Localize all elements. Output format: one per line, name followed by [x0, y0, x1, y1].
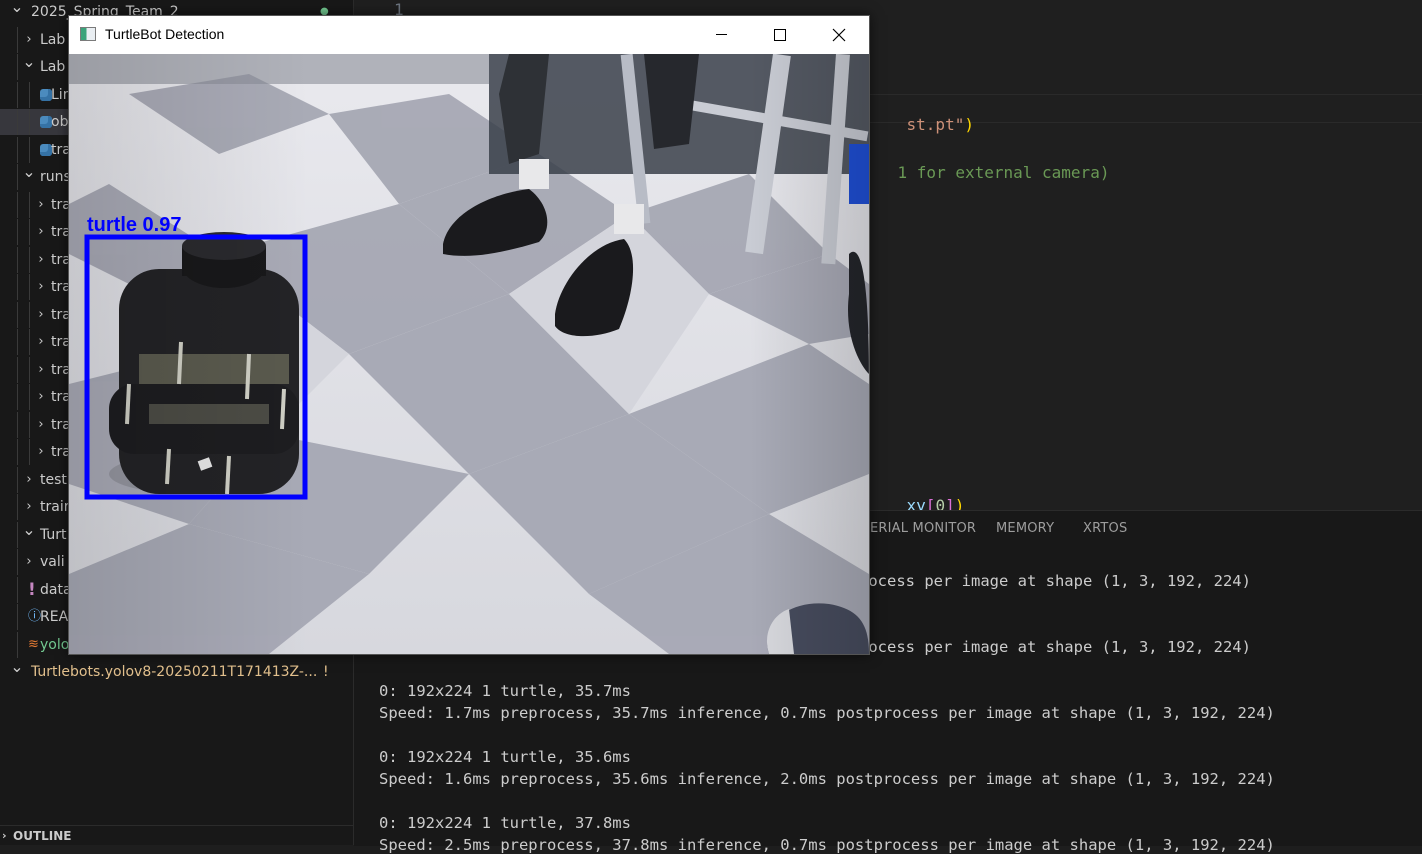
terminal-line-partial: rocess per image at shape (1, 3, 192, 22…	[859, 572, 1251, 590]
chevron-right-icon: ›	[26, 554, 32, 569]
tree-item-label: data	[40, 581, 72, 598]
chevron-down-icon: ⌄	[22, 519, 36, 539]
tree-item-label: vali	[40, 554, 65, 570]
indent-guide	[17, 576, 18, 603]
tab-memory[interactable]: MEMORY	[996, 521, 1054, 536]
chevron-right-icon: ›	[26, 471, 32, 487]
window-title: TurtleBot Detection	[105, 26, 225, 42]
chevron-right-icon: ›	[38, 224, 44, 239]
indent-guide	[29, 301, 30, 328]
minimize-icon	[716, 34, 727, 35]
indent-guide	[17, 466, 18, 493]
chevron-right-icon: ›	[38, 251, 44, 267]
chevron-right-icon: ›	[38, 306, 44, 322]
indent-guide	[17, 356, 18, 383]
chevron-right-icon: ›	[38, 334, 44, 349]
terminal-line: Speed: 2.5ms preprocess, 37.8ms inferenc…	[379, 836, 1275, 854]
chevron-right-icon: ›	[38, 196, 44, 212]
indent-guide	[17, 439, 18, 465]
rss-icon: ≋	[28, 636, 39, 652]
indent-guide	[17, 604, 18, 630]
indent-guide	[17, 109, 18, 135]
indent-guide	[29, 246, 30, 273]
terminal-line-partial: rocess per image at shape (1, 3, 192, 22…	[859, 638, 1251, 656]
indent-guide	[29, 274, 30, 300]
tree-item[interactable]: ⌄ Turtlebots.yolov8-20250211T171413Z-...!	[0, 657, 353, 685]
tree-item-label: ob	[51, 114, 69, 130]
indent-guide	[29, 384, 30, 410]
indent-guide	[17, 384, 18, 410]
indent-guide	[17, 549, 18, 575]
chevron-right-icon: ›	[38, 279, 44, 294]
tree-item-label: test	[40, 471, 67, 488]
indent-guide	[17, 329, 18, 355]
terminal-line: 0: 192x224 1 turtle, 35.6ms	[379, 748, 631, 766]
indent-guide	[17, 494, 18, 520]
model-path-string: st.pt"	[906, 115, 965, 134]
tree-item-label: Lab	[40, 31, 66, 48]
chevron-right-icon: ›	[38, 389, 44, 404]
indent-guide	[17, 301, 18, 328]
indent-guide	[17, 191, 18, 218]
camera-comment: 1 for external camera)	[897, 163, 1110, 182]
indent-guide	[29, 356, 30, 383]
git-status-badge: !	[323, 664, 329, 680]
outline-section-header[interactable]: › OUTLINE	[0, 825, 353, 845]
indent-guide	[29, 439, 30, 465]
tree-item-label: Turt	[40, 526, 67, 543]
code-fragment-comment: 1 for external camera)	[859, 144, 1110, 201]
indent-guide	[17, 81, 18, 108]
close-button[interactable]	[815, 16, 861, 54]
indent-guide	[17, 136, 18, 163]
indent-guide	[29, 219, 30, 245]
tree-item-label: Turtlebots.yolov8-20250211T171413Z-...	[31, 664, 318, 680]
indent-guide	[17, 246, 18, 273]
indent-guide	[29, 81, 30, 108]
minimize-button[interactable]	[699, 16, 745, 54]
indent-guide	[17, 26, 18, 53]
outline-label: OUTLINE	[13, 829, 72, 843]
maximize-icon	[774, 29, 786, 41]
tree-item-label: Lir	[51, 86, 69, 103]
chevron-right-icon: ›	[38, 361, 44, 377]
camera-image: turtle 0.97	[69, 54, 869, 654]
tree-item-label: REA	[40, 609, 69, 625]
model-path-paren: )	[964, 115, 974, 134]
terminal-line: Speed: 1.7ms preprocess, 35.7ms inferenc…	[379, 704, 1275, 722]
detection-window[interactable]: TurtleBot Detection turtle 0.97	[68, 15, 870, 655]
terminal-line: Speed: 1.6ms preprocess, 35.6ms inferenc…	[379, 770, 1275, 788]
indent-guide	[29, 191, 30, 218]
tree-item-label: runs	[40, 169, 71, 185]
chevron-down-icon: ⌄	[22, 52, 36, 71]
chevron-down-icon: ⌄	[22, 162, 36, 181]
indent-guide	[17, 54, 18, 80]
tree-item-label: trair	[40, 499, 70, 515]
maximize-button[interactable]	[757, 16, 803, 54]
tab-xrtos[interactable]: XRTOS	[1083, 521, 1127, 536]
terminal-line: 0: 192x224 1 turtle, 37.8ms	[379, 814, 631, 832]
chevron-right-icon: ›	[38, 444, 44, 459]
exclamation-icon: !	[28, 579, 36, 600]
indent-guide	[29, 329, 30, 355]
indent-guide	[17, 164, 18, 190]
indent-guide	[17, 219, 18, 245]
terminal-line: 0: 192x224 1 turtle, 35.7ms	[379, 682, 631, 700]
app-icon	[80, 27, 96, 41]
chevron-down-icon: ⌄	[10, 657, 24, 676]
tab-serial-monitor[interactable]: ERIAL MONITOR	[870, 521, 976, 536]
camera-frame: turtle 0.97	[69, 54, 869, 654]
indent-guide	[17, 411, 18, 438]
close-icon	[832, 28, 846, 42]
indent-guide	[17, 274, 18, 300]
window-titlebar[interactable]: TurtleBot Detection	[69, 16, 869, 54]
chevron-right-icon: ›	[38, 416, 44, 432]
detection-label: turtle 0.97	[87, 214, 181, 236]
chevron-down-icon: ⌄	[10, 0, 24, 16]
indent-guide	[29, 109, 30, 135]
outline-chevron-icon: ›	[2, 829, 7, 842]
tree-item-label: Lab	[40, 59, 66, 75]
indent-guide	[29, 411, 30, 438]
indent-guide	[17, 521, 18, 548]
